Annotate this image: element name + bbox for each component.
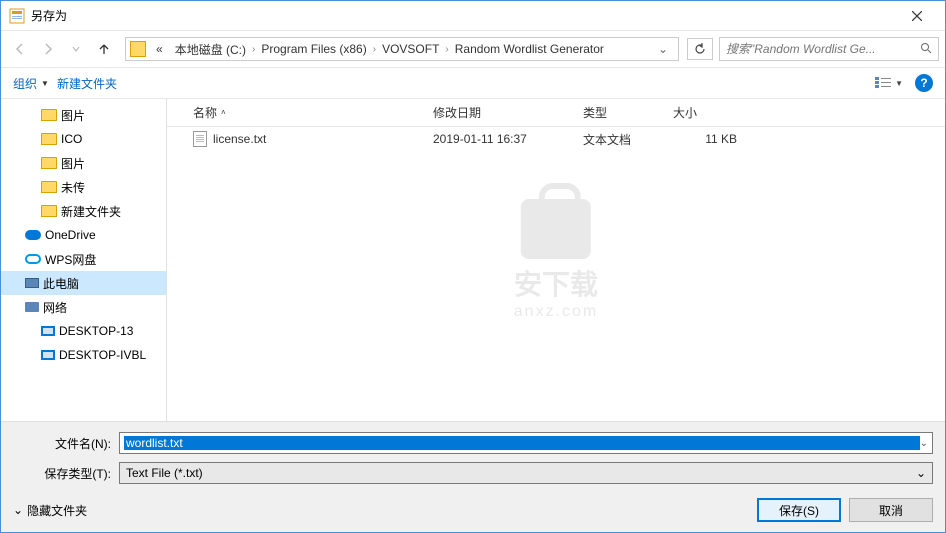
drive-icon <box>130 41 146 57</box>
close-icon <box>912 11 922 21</box>
tree-item-label: 未传 <box>61 179 85 196</box>
folder-icon <box>41 205 57 217</box>
view-options-button[interactable]: ▼ <box>875 77 903 89</box>
tree-item[interactable]: 新建文件夹 <box>1 199 166 223</box>
tree-item-label: DESKTOP-13 <box>59 324 133 338</box>
tree-item[interactable]: OneDrive <box>1 223 166 247</box>
nav-back-button[interactable] <box>7 36 33 62</box>
nav-up-button[interactable] <box>91 36 117 62</box>
pc-icon <box>25 278 39 288</box>
filename-dropdown[interactable]: ⌄ <box>920 438 928 449</box>
breadcrumb-item[interactable]: Random Wordlist Generator <box>449 42 610 56</box>
folder-icon <box>41 181 57 193</box>
onedrive-icon <box>25 230 41 240</box>
folder-icon <box>41 133 57 145</box>
column-type[interactable]: 类型 <box>575 104 665 121</box>
mon-icon <box>41 326 55 336</box>
tree-item[interactable]: 此电脑 <box>1 271 166 295</box>
search-input[interactable] <box>726 42 916 56</box>
tree-item[interactable]: DESKTOP-IVBL <box>1 343 166 367</box>
tree-item-label: 图片 <box>61 155 85 172</box>
tree-item[interactable]: ICO <box>1 127 166 151</box>
breadcrumb[interactable]: « 本地磁盘 (C:) › Program Files (x86) › VOVS… <box>125 37 679 61</box>
folder-icon <box>41 157 57 169</box>
column-name[interactable]: 名称˄ <box>185 104 425 121</box>
mon-icon <box>41 350 55 360</box>
navbar: « 本地磁盘 (C:) › Program Files (x86) › VOVS… <box>1 31 945 67</box>
net-icon <box>25 302 39 312</box>
tree-item-label: ICO <box>61 132 82 146</box>
file-row[interactable]: license.txt 2019-01-11 16:37文本文档11 KB <box>167 127 945 151</box>
help-button[interactable]: ? <box>915 74 933 92</box>
new-folder-button[interactable]: 新建文件夹 <box>57 75 117 92</box>
breadcrumb-item[interactable]: 本地磁盘 (C:) <box>169 41 252 58</box>
tree-item-label: WPS网盘 <box>45 251 96 268</box>
tree-item[interactable]: WPS网盘 <box>1 247 166 271</box>
breadcrumb-item[interactable]: Program Files (x86) <box>255 42 372 56</box>
tree-item[interactable]: 网络 <box>1 295 166 319</box>
wps-icon <box>25 254 41 264</box>
titlebar: 另存为 <box>1 1 945 31</box>
search-box[interactable] <box>719 37 939 61</box>
search-icon <box>920 42 932 57</box>
breadcrumb-prefix: « <box>150 42 169 56</box>
tree-item[interactable]: 图片 <box>1 151 166 175</box>
filetype-label: 保存类型(T): <box>13 465 119 482</box>
sort-asc-icon: ˄ <box>221 108 226 117</box>
chevron-down-icon: ⌄ <box>13 503 23 517</box>
column-headers: 名称˄ 修改日期 类型 大小 <box>167 99 945 127</box>
column-size[interactable]: 大小 <box>665 104 745 121</box>
chevron-down-icon: ⌄ <box>916 466 926 480</box>
breadcrumb-item[interactable]: VOVSOFT <box>376 42 445 56</box>
tree-item[interactable]: 图片 <box>1 103 166 127</box>
filetype-value: Text File (*.txt) <box>126 466 203 480</box>
bottom-panel: 文件名(N): ⌄ 保存类型(T): Text File (*.txt) ⌄ ⌄… <box>1 421 945 532</box>
save-dialog-icon <box>9 8 25 24</box>
column-date[interactable]: 修改日期 <box>425 104 575 121</box>
main-area: 图片 ICO 图片未传新建文件夹 OneDrive WPS网盘此电脑网络 DESKTOP-… <box>1 99 945 421</box>
tree-item-label: 图片 <box>61 107 85 124</box>
tree-item-label: 网络 <box>43 299 67 316</box>
nav-recent-dropdown[interactable] <box>63 36 89 62</box>
folder-icon <box>41 109 57 121</box>
tree-item-label: OneDrive <box>45 228 96 242</box>
tree-item[interactable]: DESKTOP-13 <box>1 319 166 343</box>
sidebar: 图片 ICO 图片未传新建文件夹 OneDrive WPS网盘此电脑网络 DESKTOP-… <box>1 99 167 421</box>
breadcrumb-dropdown[interactable]: ⌄ <box>652 42 674 56</box>
tree-item-label: 此电脑 <box>43 275 79 292</box>
tree-item[interactable]: 未传 <box>1 175 166 199</box>
cancel-button[interactable]: 取消 <box>849 498 933 522</box>
filename-field[interactable]: ⌄ <box>119 432 933 454</box>
tree-item-label: 新建文件夹 <box>61 203 121 220</box>
text-file-icon <box>193 131 207 147</box>
filename-input[interactable] <box>124 436 920 450</box>
hide-folders-toggle[interactable]: ⌄隐藏文件夹 <box>13 502 87 519</box>
file-name: license.txt <box>213 132 266 146</box>
file-size: 11 KB <box>665 132 745 146</box>
organize-menu[interactable]: 组织▼ <box>13 75 49 92</box>
filename-label: 文件名(N): <box>13 435 119 452</box>
close-button[interactable] <box>897 2 937 30</box>
refresh-button[interactable] <box>687 38 713 60</box>
file-type: 文本文档 <box>575 131 665 148</box>
nav-forward-button[interactable] <box>35 36 61 62</box>
toolbar: 组织▼ 新建文件夹 ▼ ? <box>1 67 945 99</box>
file-list-panel: 名称˄ 修改日期 类型 大小 license.txt 2019-01-11 16:… <box>167 99 945 421</box>
window-title: 另存为 <box>31 7 897 24</box>
watermark: 安下载 anxz.com <box>514 199 598 321</box>
list-view-icon <box>875 77 893 89</box>
file-date: 2019-01-11 16:37 <box>425 132 575 146</box>
filetype-select[interactable]: Text File (*.txt) ⌄ <box>119 462 933 484</box>
save-button[interactable]: 保存(S) <box>757 498 841 522</box>
tree-item-label: DESKTOP-IVBL <box>59 348 146 362</box>
